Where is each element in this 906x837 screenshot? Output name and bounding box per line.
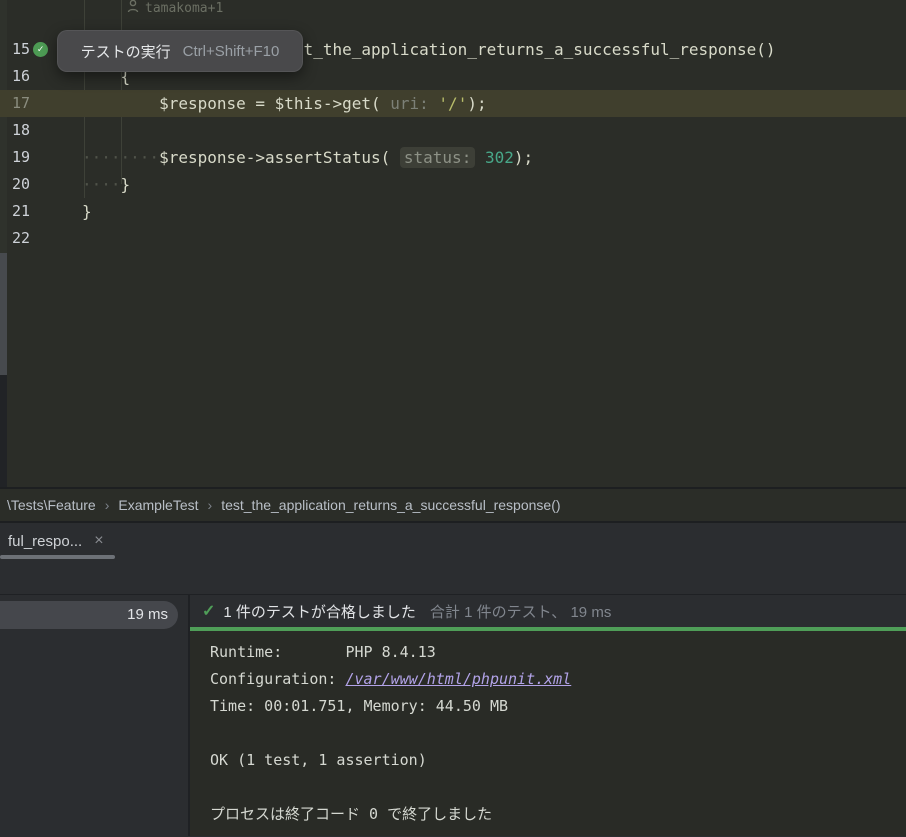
- code-author-inlay[interactable]: tamakoma+1: [0, 0, 223, 21]
- code-text: }: [82, 198, 92, 225]
- test-tree-selected-row[interactable]: 19 ms: [0, 601, 178, 629]
- code-text: }: [82, 171, 130, 198]
- breadcrumb-item[interactable]: test_the_application_returns_a_successfu…: [221, 497, 560, 513]
- test-result-column: ✓ 1 件のテストが合格しました 合計 1 件のテスト、 19 ms Runti…: [190, 595, 906, 836]
- code-editor[interactable]: tamakoma+1 15✓ public function test_the_…: [0, 0, 906, 487]
- config-file-link[interactable]: /var/www/html/phpunit.xml: [345, 670, 571, 688]
- code-token: 302: [485, 148, 514, 167]
- tooltip-label: テストの実行: [81, 41, 171, 62]
- test-console: Runtime: PHP 8.4.13 Configuration: /var/w…: [190, 631, 906, 836]
- author-inlay-label: tamakoma+1: [145, 1, 223, 16]
- line-number: 22: [0, 225, 30, 252]
- ide-window: tamakoma+1 15✓ public function test_the_…: [0, 0, 906, 837]
- console-line: Time: 00:01.751, Memory: 44.50 MB: [210, 693, 906, 720]
- line-number: 21: [0, 198, 30, 225]
- breadcrumb-separator-icon: ›: [105, 497, 110, 513]
- line-number: 19: [0, 144, 30, 171]
- test-passed-gutter-icon[interactable]: ✓: [33, 42, 48, 57]
- code-token: uri:: [390, 94, 429, 113]
- code-token: status:: [400, 147, 475, 168]
- run-panel-toolbar: [0, 559, 906, 595]
- console-line: Runtime: PHP 8.4.13: [210, 639, 906, 666]
- run-test-tooltip: テストの実行 Ctrl+Shift+F10: [57, 30, 303, 72]
- code-token: }: [82, 175, 130, 194]
- active-tab-underline: [0, 555, 115, 559]
- code-token: [429, 94, 439, 113]
- code-line[interactable]: 20···· }: [0, 171, 906, 198]
- code-line[interactable]: 17 $response = $this->get( uri: '/');: [0, 90, 906, 117]
- scrollbar-thumb[interactable]: [0, 253, 7, 375]
- code-token: );: [514, 148, 533, 167]
- passed-check-icon: ✓: [202, 601, 215, 621]
- code-token: [475, 148, 485, 167]
- console-line: [210, 720, 906, 747]
- code-line[interactable]: 19········ $response->assertStatus( stat…: [0, 144, 906, 171]
- code-line[interactable]: 18: [0, 117, 906, 144]
- console-line: プロセスは終了コード 0 で終了しました: [210, 801, 906, 828]
- line-number: 20: [0, 171, 30, 198]
- close-icon[interactable]: ×: [94, 533, 103, 549]
- console-line: [210, 774, 906, 801]
- run-panel-content: 19 ms ✓ 1 件のテストが合格しました 合計 1 件のテスト、 19 ms…: [0, 595, 906, 836]
- strip-bottom: [0, 375, 7, 487]
- code-token: $response->assertStatus(: [82, 148, 400, 167]
- code-token: '/': [438, 94, 467, 113]
- code-token: $response = $this->get(: [82, 94, 390, 113]
- result-summary: 合計 1 件のテスト、 19 ms: [430, 601, 611, 622]
- console-text: Time: 00:01.751, Memory: 44.50 MB: [210, 697, 508, 715]
- line-number: 18: [0, 117, 30, 144]
- line-number: 16: [0, 63, 30, 90]
- breadcrumb-item[interactable]: \Tests\Feature: [7, 497, 96, 513]
- code-line[interactable]: 22: [0, 225, 906, 252]
- tooltip-shortcut: Ctrl+Shift+F10: [183, 43, 280, 60]
- breadcrumb-item[interactable]: ExampleTest: [118, 497, 198, 513]
- author-icon: [127, 0, 139, 18]
- breadcrumb: \Tests\Feature › ExampleTest › test_the_appl…: [0, 489, 906, 521]
- code-line[interactable]: 21}: [0, 198, 906, 225]
- console-text: Configuration:: [210, 670, 345, 688]
- line-number: 15: [0, 36, 30, 63]
- passed-message: 1 件のテストが合格しました: [223, 601, 416, 622]
- code-text: $response->assertStatus( status: 302);: [82, 144, 533, 171]
- test-tree[interactable]: 19 ms: [0, 595, 190, 836]
- console-text: Runtime: PHP 8.4.13: [210, 643, 436, 661]
- console-line: Configuration: /var/www/html/phpunit.xml: [210, 666, 906, 693]
- code-text: $response = $this->get( uri: '/');: [82, 90, 487, 117]
- run-panel-tab-strip: ful_respo... ×: [0, 523, 906, 559]
- console-text: OK (1 test, 1 assertion): [210, 751, 427, 769]
- test-result-header: ✓ 1 件のテストが合格しました 合計 1 件のテスト、 19 ms: [190, 595, 906, 627]
- breadcrumb-separator-icon: ›: [208, 497, 213, 513]
- code-token: }: [82, 202, 92, 221]
- run-tab[interactable]: ful_respo... ×: [0, 523, 112, 559]
- run-tab-label: ful_respo...: [8, 533, 82, 550]
- test-duration: 19 ms: [127, 606, 168, 623]
- console-text: プロセスは終了コード 0 で終了しました: [210, 805, 492, 823]
- code-token: );: [467, 94, 486, 113]
- console-line: OK (1 test, 1 assertion): [210, 747, 906, 774]
- line-number: 17: [0, 90, 30, 117]
